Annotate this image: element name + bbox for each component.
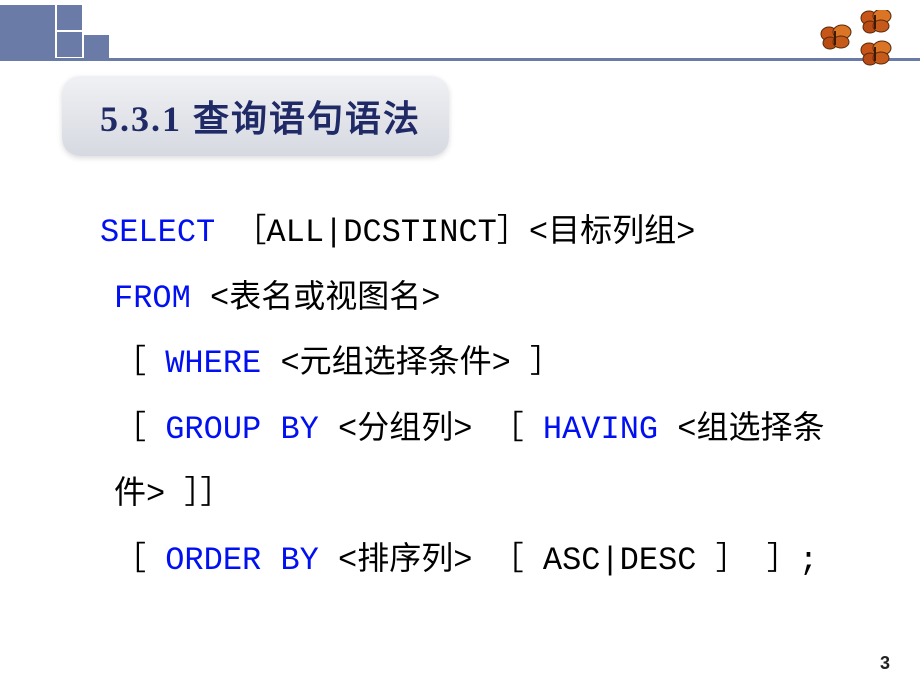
square-small	[57, 32, 82, 57]
square-small	[84, 35, 109, 60]
square-small	[57, 5, 82, 30]
code-text: <元组选择条件> ］	[261, 345, 562, 382]
keyword-orderby: ORDER BY	[165, 542, 319, 579]
butterfly-decoration	[812, 10, 902, 80]
keyword-select: SELECT	[100, 214, 215, 251]
page-number: 3	[880, 653, 890, 674]
code-line-orderby: ［ ORDER BY <排序列> ［ ASC|DESC ］ ］;	[100, 528, 850, 594]
butterfly-icon	[812, 10, 902, 80]
code-text: ［	[114, 345, 165, 382]
keyword-having: HAVING	[543, 411, 658, 448]
code-line-where: ［ WHERE <元组选择条件> ］	[100, 331, 850, 397]
code-text: ［	[114, 542, 165, 579]
code-line-from: FROM <表名或视图名>	[100, 266, 850, 332]
code-line-select: SELECT ［ALL|DCSTINCT］<目标列组>	[100, 200, 850, 266]
section-title: 5.3.1 查询语句语法	[100, 99, 421, 139]
code-text: <排序列> ［ ASC|DESC ］ ］;	[319, 542, 818, 579]
sql-syntax-block: SELECT ［ALL|DCSTINCT］<目标列组> FROM <表名或视图名…	[100, 200, 850, 594]
top-separator-line	[0, 58, 920, 61]
keyword-from: FROM	[114, 280, 191, 317]
code-text: ［ALL|DCSTINCT］<目标列组>	[234, 214, 695, 251]
code-text: <表名或视图名>	[191, 280, 441, 317]
keyword-groupby: GROUP BY	[165, 411, 319, 448]
code-text: ［	[114, 411, 165, 448]
code-text: <分组列> ［	[319, 411, 543, 448]
keyword-where: WHERE	[165, 345, 261, 382]
code-line-groupby: ［ GROUP BY <分组列> ［ HAVING <组选择条件> ］］	[100, 397, 850, 528]
corner-squares-decoration	[0, 5, 109, 60]
square-large	[0, 5, 55, 60]
section-title-box: 5.3.1 查询语句语法	[62, 76, 449, 156]
